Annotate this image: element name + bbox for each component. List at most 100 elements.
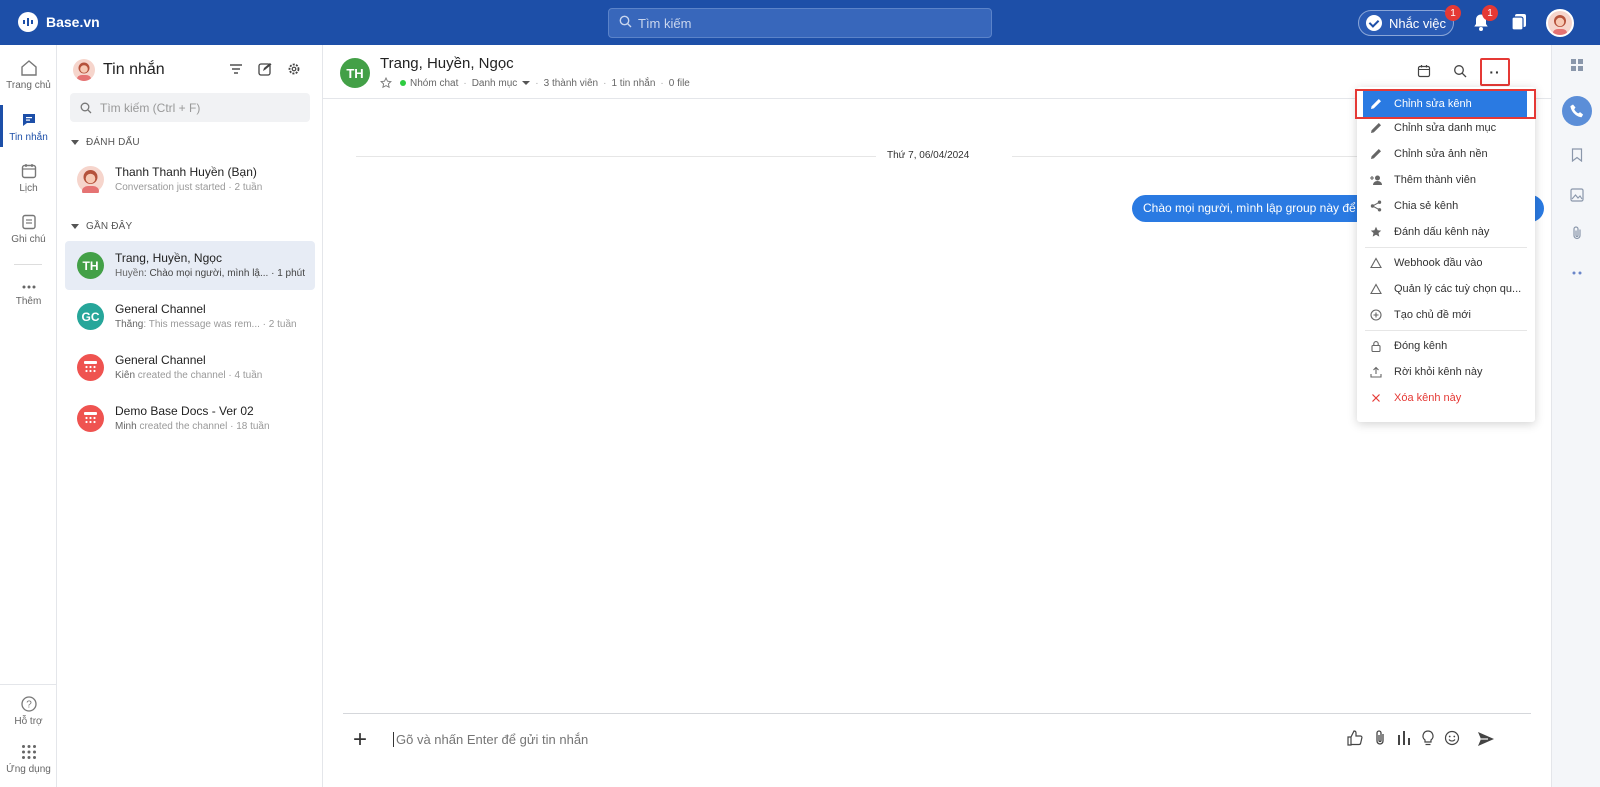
rail-item-label: Trang chủ [6,80,51,91]
star-outline-icon[interactable] [380,77,392,89]
webhook-icon [1369,282,1383,296]
call-button[interactable] [1562,96,1592,126]
compose-icon [258,63,272,76]
global-search-placeholder: Tìm kiếm [638,15,692,31]
remind-button[interactable]: Nhắc việc [1358,10,1454,36]
message-input[interactable] [393,732,1193,747]
bookmarks-button[interactable] [1552,148,1600,162]
conversation-preview: Conversation just started · 2 tuần [115,182,263,193]
grid-icon [84,361,97,373]
send-icon [1478,732,1494,746]
rail-item-label: Ghi chú [11,234,46,245]
conversation-preview-text: created the channel · 4 tuần [135,370,263,381]
grid-icon [84,412,97,424]
menu-item-label: Webhook đầu vào [1394,257,1483,269]
conversation-item[interactable]: TH Trang, Huyền, Ngọc Huyền: Chào mọi ng… [65,241,315,290]
upload-icon [1369,365,1383,379]
menu-divider [1365,330,1527,331]
menu-item-incoming-webhook[interactable]: Webhook đầu vào [1357,250,1535,276]
lock-icon [1369,339,1383,353]
rail-item-help[interactable]: ? Hỗ trợ [0,695,57,727]
widgets-button[interactable] [1552,59,1600,71]
calendar-button[interactable] [1417,64,1431,81]
poll-button[interactable] [1395,729,1413,750]
global-search-input[interactable]: Tìm kiếm [608,8,992,38]
rail-bottom-divider [0,684,57,685]
compose-button[interactable] [258,62,272,79]
attach-button[interactable] [1371,729,1389,750]
separator: · [463,77,467,89]
conversation-item[interactable]: Thanh Thanh Huyền (Bạn) Conversation jus… [65,155,315,204]
close-icon [1369,391,1383,405]
conversation-search-input[interactable]: Tìm kiếm (Ctrl + F) [70,93,310,122]
gear-icon [288,63,300,75]
pencil-icon [1369,147,1383,161]
rail-item-label: Ứng dụng [6,764,51,775]
separator: · [660,77,664,89]
menu-item-label: Thêm thành viên [1394,174,1476,186]
message-icon [22,114,35,126]
rail-item-more[interactable]: Thêm [0,281,57,307]
caret-down-icon[interactable] [522,81,531,85]
idea-button[interactable] [1419,729,1437,750]
media-button[interactable] [1552,188,1600,202]
emoji-button[interactable] [1443,729,1461,750]
channel-files[interactable]: 0 file [669,78,690,89]
conversation-item[interactable]: GC General Channel Thắng: This message w… [65,292,315,341]
channel-avatar [77,405,104,432]
conversation-preview: Minh created the channel · 18 tuần [115,421,305,432]
online-dot [400,80,406,86]
conversation-preview-text: created the channel · 18 tuần [136,421,270,432]
pencil-icon [1369,121,1383,135]
share-icon [1369,199,1383,213]
conversation-item[interactable]: General Channel Kiên created the channel… [65,343,315,392]
menu-item-edit-background[interactable]: Chỉnh sửa ảnh nền [1357,141,1535,167]
files-button[interactable] [1552,226,1600,240]
menu-item-leave-channel[interactable]: Rời khỏi kênh này [1357,359,1535,385]
channel-messages[interactable]: 1 tin nhắn [611,78,655,89]
section-recent[interactable]: GẦN ĐÂY [71,221,132,232]
menu-item-add-member[interactable]: Thêm thành viên [1357,167,1535,193]
section-marked[interactable]: ĐÁNH DẤU [71,137,140,148]
right-rail-more-button[interactable] [1552,270,1600,276]
my-avatar[interactable] [73,59,95,81]
channel-members[interactable]: 3 thành viên [544,78,599,89]
rail-item-messages[interactable]: Tin nhắn [0,111,57,143]
rail-item-notes[interactable]: Ghi chú [0,213,57,245]
conversation-name: Trang, Huyền, Ngọc [115,251,222,265]
multi-window-button[interactable] [1510,13,1528,34]
add-user-icon [1369,173,1383,187]
like-button[interactable] [1346,729,1364,750]
home-icon [20,60,37,76]
settings-button[interactable] [287,62,301,79]
add-attachment-button[interactable]: + [353,728,367,752]
bookmark-icon [1571,148,1582,162]
conversation-preview: Huyền: Chào mọi người, mình lậ... · 1 ph… [115,268,305,279]
image-icon [1569,188,1584,202]
menu-item-manage-options[interactable]: Quản lý các tuỳ chọn qu... [1357,276,1535,302]
brand[interactable]: Base.vn [18,12,100,32]
conversation-sender: Huyền [115,268,144,279]
menu-item-label: Quản lý các tuỳ chọn qu... [1394,283,1522,295]
menu-item-mark-channel[interactable]: Đánh dấu kênh này [1357,219,1535,245]
conversation-item[interactable]: Demo Base Docs - Ver 02 Minh created the… [65,394,315,443]
menu-item-label: Tạo chủ đề mới [1394,309,1471,321]
conversation-panel: Tin nhắn Tìm kiếm (Ctrl + F) ĐÁNH DẤU Th… [57,45,323,787]
send-button[interactable] [1476,729,1496,752]
menu-item-new-topic[interactable]: Tạo chủ đề mới [1357,302,1535,328]
channel-category[interactable]: Danh mục [472,78,518,89]
rail-item-calendar[interactable]: Lịch [0,162,57,194]
user-avatar[interactable] [1546,9,1574,37]
rail-item-label: Lịch [19,183,38,194]
channel-options-menu: Chỉnh sửa kênh Chỉnh sửa danh mục Chỉnh … [1357,87,1535,422]
menu-item-delete-channel[interactable]: Xóa kênh này [1357,385,1535,411]
menu-item-share-channel[interactable]: Chia sẻ kênh [1357,193,1535,219]
chat-search-button[interactable] [1453,64,1467,81]
conversation-preview-text: : This message was rem... · 2 tuần [143,319,297,330]
more-options-button[interactable]: ·· [1480,58,1510,86]
rail-item-apps[interactable]: Ứng dụng [0,743,57,775]
menu-item-close-channel[interactable]: Đóng kênh [1357,333,1535,359]
filter-button[interactable] [229,62,243,79]
menu-item-label: Chỉnh sửa ảnh nền [1394,148,1488,160]
rail-item-home[interactable]: Trang chủ [0,59,57,91]
